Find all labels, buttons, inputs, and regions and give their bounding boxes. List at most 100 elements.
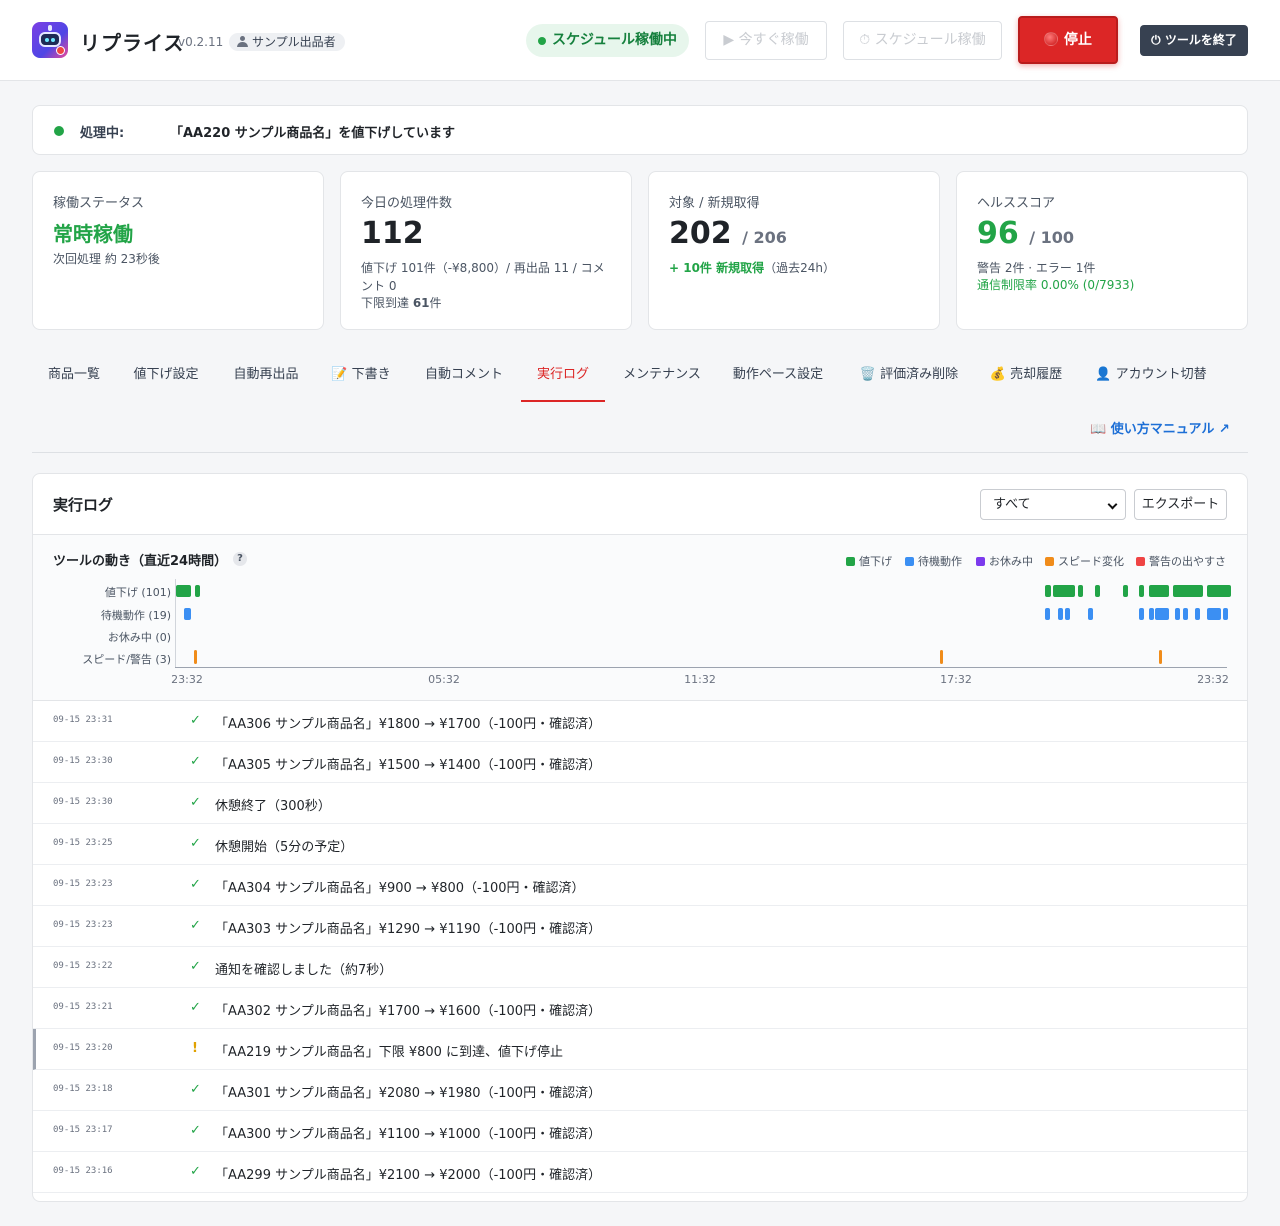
log-entry: 09-15 23:22 ✓ 通知を確認しました（約7秒） <box>33 947 1247 988</box>
targets-count: 202 <box>669 216 732 251</box>
app-logo-robot-icon <box>32 22 68 58</box>
check-icon: ✓ <box>190 836 201 851</box>
legend-swatch <box>976 557 985 566</box>
chevron-down-icon <box>1107 499 1118 510</box>
timeline-mark <box>1088 608 1093 620</box>
targets-card: 対象 / 新規取得 202 / 206 + 10件 新規取得（過去24h） <box>648 171 940 330</box>
log-time: 09-15 23:30 <box>53 756 113 766</box>
log-entry: 09-15 23:30 ✓ 休憩終了（300秒） <box>33 783 1247 824</box>
targets-card-label: 対象 / 新規取得 <box>669 196 760 211</box>
tab-auto-comment[interactable]: 自動コメント <box>417 350 511 402</box>
timeline-mark <box>1095 585 1100 597</box>
log-message: 「AA302 サンプル商品名」¥1700 → ¥1600（-100円・確認済） <box>215 1004 602 1019</box>
schedule-status-badge: スケジュール稼働中 <box>526 24 690 57</box>
timeline-mark <box>1149 585 1169 597</box>
today-detail: 値下げ 101件（-¥8,800）/ 再出品 11 / コメント 0 <box>361 261 605 293</box>
check-icon: ✓ <box>190 754 201 769</box>
tick-label: 23:32 <box>1197 673 1229 686</box>
user-icon <box>237 36 248 47</box>
legend-swatch <box>846 557 855 566</box>
floor-value: 61 <box>412 296 430 310</box>
log-filter-select[interactable]: すべて <box>980 489 1126 520</box>
tab-products[interactable]: 商品一覧 <box>32 350 116 402</box>
log-entry: 09-15 23:31 ✓ 「AA306 サンプル商品名」¥1800 → ¥1700… <box>33 701 1247 742</box>
log-message: 「AA305 サンプル商品名」¥1500 → ¥1400（-100円・確認済） <box>215 758 602 773</box>
timeline-mark <box>1183 608 1188 620</box>
today-card-label: 今日の処理件数 <box>361 196 453 211</box>
check-icon: ✓ <box>190 918 201 933</box>
timeline-mark <box>1195 608 1200 620</box>
help-icon[interactable]: ? <box>233 552 247 566</box>
log-message: 「AA306 サンプル商品名」¥1800 → ¥1700（-100円・確認済） <box>215 717 602 732</box>
tab-drafts[interactable]: 📝 下書き <box>325 350 397 402</box>
legend-label: 警告の出やすさ <box>1149 555 1226 568</box>
stop-button[interactable]: 停止 <box>1018 16 1118 64</box>
log-entry: 09-15 23:17 ✓ 「AA300 サンプル商品名」¥1100 → ¥1000… <box>33 1111 1247 1152</box>
log-entry: 09-15 23:23 ✓ 「AA304 サンプル商品名」¥900 → ¥800（-… <box>33 865 1247 906</box>
new-acquisition-period: （過去24h） <box>764 261 836 275</box>
tab-price-settings[interactable]: 値下げ設定 <box>126 350 206 402</box>
row-label-price-down: 値下げ (101) <box>104 586 171 599</box>
export-button[interactable]: エクスポート <box>1134 489 1227 520</box>
run-now-button[interactable]: ▶ 今すぐ稼働 <box>705 21 827 60</box>
tab-sales-history[interactable]: 💰 売却履歴 <box>983 350 1069 402</box>
log-entry: 09-15 23:16 ✓ 「AA299 サンプル商品名」¥2100 → ¥2000… <box>33 1152 1247 1193</box>
check-icon: ✓ <box>190 1123 201 1138</box>
timeline-mark <box>1175 608 1180 620</box>
log-entry: 09-15 23:23 ✓ 「AA303 サンプル商品名」¥1290 → ¥1190… <box>33 906 1247 947</box>
legend-swatch <box>905 557 914 566</box>
log-time: 09-15 23:22 <box>53 961 113 971</box>
tab-auto-relist[interactable]: 自動再出品 <box>222 350 310 402</box>
check-icon: ✓ <box>190 877 201 892</box>
timeline-mark <box>1053 585 1075 597</box>
legend-label: スピード変化 <box>1058 555 1124 568</box>
today-count-value: 112 <box>361 216 424 251</box>
check-icon: ✓ <box>190 1164 201 1179</box>
timeline-mark <box>1139 608 1144 620</box>
log-filter-value: すべて <box>993 497 1031 512</box>
manual-link[interactable]: 📖 使い方マニュアル ↗ <box>1090 418 1230 437</box>
health-score: 96 <box>977 216 1019 251</box>
legend-swatch <box>1045 557 1054 566</box>
legend-item-warning: 警告の出やすさ <box>1136 553 1226 569</box>
seller-name: サンプル出品者 <box>252 35 336 49</box>
log-message: 休憩開始（5分の予定） <box>215 840 354 855</box>
stop-icon <box>1044 32 1058 46</box>
log-title: 実行ログ <box>53 496 114 514</box>
tick-label: 17:32 <box>940 673 972 686</box>
new-acquisition-count: + 10件 新規取得 <box>669 261 765 275</box>
timeline-mark <box>940 650 943 664</box>
status-card-label: 稼働ステータス <box>53 196 145 211</box>
legend-swatch <box>1136 557 1145 566</box>
tab-pace-settings[interactable]: 動作ペース設定 <box>726 350 830 402</box>
chart-title: ツールの動き（直近24時間） <box>53 554 228 569</box>
timeline-mark <box>1149 608 1154 620</box>
log-message: 通知を確認しました（約7秒） <box>215 963 393 978</box>
health-card-label: ヘルススコア <box>977 196 1056 211</box>
tab-delete-rated[interactable]: 🗑️ 評価済み削除 <box>851 350 967 402</box>
log-message: 「AA219 サンプル商品名」下限 ¥800 に到達、値下げ停止 <box>215 1045 564 1060</box>
today-count-card: 今日の処理件数 112 値下げ 101件（-¥8,800）/ 再出品 11 / … <box>340 171 632 330</box>
log-message: 「AA303 サンプル商品名」¥1290 → ¥1190（-100円・確認済） <box>215 922 602 937</box>
status-dot-icon <box>538 37 546 45</box>
log-time: 09-15 23:20 <box>53 1043 113 1053</box>
row-label-speed-warning: スピード/警告 (3) <box>82 653 171 666</box>
tab-maintenance[interactable]: メンテナンス <box>615 350 709 402</box>
log-entry: 09-15 23:20! 「AA219 サンプル商品名」下限 ¥800 に到達、値… <box>33 1029 1247 1070</box>
run-schedule-button[interactable]: ⏱ スケジュール稼働 <box>843 21 1002 60</box>
tab-execution-log[interactable]: 実行ログ <box>521 350 605 402</box>
timeline-mark <box>195 585 200 597</box>
main-tabs: 商品一覧 値下げ設定 自動再出品 📝 下書き 自動コメント 実行ログ メンテナン… <box>32 350 1248 402</box>
timeline-mark <box>1159 650 1162 664</box>
legend-label: お休み中 <box>989 555 1033 568</box>
warning-icon: ! <box>192 1041 198 1056</box>
log-time: 09-15 23:17 <box>53 1125 113 1135</box>
processing-label: 処理中: <box>80 126 125 141</box>
check-icon: ✓ <box>190 1082 201 1097</box>
exit-tool-button[interactable]: ⏻ ツールを終了 <box>1140 25 1248 56</box>
health-value: 96 / 100 <box>977 216 1074 251</box>
processing-text: 「AA220 サンプル商品名」を値下げしています <box>170 126 456 141</box>
tab-account-switch[interactable]: 👤 アカウント切替 <box>1084 350 1218 402</box>
log-message: 「AA304 サンプル商品名」¥900 → ¥800（-100円・確認済） <box>215 881 585 896</box>
timeline-mark <box>1045 608 1050 620</box>
